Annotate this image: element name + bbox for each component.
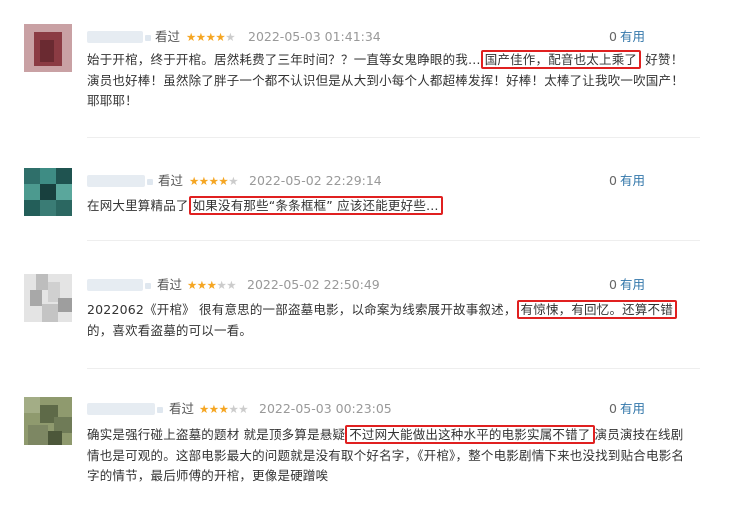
review-text-part: 确实是强行碰上盗墓的题材 就是顶多算是悬疑 — [87, 427, 346, 442]
highlight-box: 有惊悚，有回忆。还算不错 — [516, 300, 677, 319]
avatar[interactable] — [24, 24, 72, 72]
review-text-part: 2022062《开棺》 很有意思的一部盗墓电影，以命案为线索展开故事叙述， — [87, 302, 517, 317]
useful-button[interactable]: 有用 — [620, 277, 645, 292]
useful-count: 0 — [609, 173, 617, 188]
useful-button[interactable]: 有用 — [620, 401, 645, 416]
review-text: 在网大里算精品了 如果没有那些“条条框框” 应该还能更好些… — [87, 196, 695, 217]
useful-count: 0 — [609, 277, 617, 292]
username-blurred[interactable] — [87, 279, 151, 291]
useful-button[interactable]: 有用 — [620, 29, 645, 44]
review-text: 确实是强行碰上盗墓的题材 就是顶多算是悬疑 不过网大能做出这种水平的电影实属不错了… — [87, 425, 695, 487]
review-meta: 看过 ★★★★★ 2022-05-02 22:50:49 0 有用 — [87, 276, 700, 294]
review-text-part: 在网大里算精品了 — [87, 198, 189, 213]
review-text: 2022062《开棺》 很有意思的一部盗墓电影，以命案为线索展开故事叙述， 有惊悚… — [87, 300, 695, 341]
review-date: 2022-05-03 01:41:34 — [248, 29, 381, 44]
avatar[interactable] — [24, 168, 72, 216]
review-date: 2022-05-02 22:29:14 — [249, 173, 382, 188]
review-date: 2022-05-02 22:50:49 — [247, 277, 380, 292]
useful-count: 0 — [609, 401, 617, 416]
username-blurred[interactable] — [87, 175, 153, 187]
review-meta: 看过 ★★★★★ 2022-05-03 01:41:34 0 有用 — [87, 28, 700, 46]
username-blurred[interactable] — [87, 403, 163, 415]
avatar[interactable] — [24, 397, 72, 445]
rating-stars: ★★★★★ — [187, 278, 237, 292]
useful-vote[interactable]: 0 有用 — [609, 28, 645, 46]
divider — [87, 137, 700, 138]
watched-label: 看过 — [158, 173, 184, 188]
useful-vote[interactable]: 0 有用 — [609, 172, 645, 190]
rating-stars: ★★★★★ — [199, 402, 249, 416]
useful-button[interactable]: 有用 — [620, 173, 645, 188]
rating-stars: ★★★★★ — [186, 30, 236, 44]
useful-vote[interactable]: 0 有用 — [609, 276, 645, 294]
review-date: 2022-05-03 00:23:05 — [259, 401, 392, 416]
review-text-part: 的，喜欢看盗墓的可以一看。 — [87, 322, 253, 338]
review-text-part: 始于开棺，终于开棺。居然耗费了三年时间？？一直等女鬼睁眼的我… — [87, 52, 481, 67]
divider — [87, 368, 700, 369]
avatar[interactable] — [24, 274, 72, 322]
highlight-box: 国产佳作，配音也太上乘了 — [480, 50, 642, 69]
watched-label: 看过 — [155, 29, 181, 44]
review-text: 始于开棺，终于开棺。居然耗费了三年时间？？一直等女鬼睁眼的我… 国产佳作，配音也太… — [87, 50, 695, 112]
username-blurred[interactable] — [87, 31, 151, 43]
review-meta: 看过 ★★★★★ 2022-05-03 00:23:05 0 有用 — [87, 400, 700, 418]
watched-label: 看过 — [169, 401, 195, 416]
useful-vote[interactable]: 0 有用 — [609, 400, 645, 418]
useful-count: 0 — [609, 29, 617, 44]
rating-stars: ★★★★★ — [189, 174, 239, 188]
highlight-box: 不过网大能做出这种水平的电影实属不错了 — [345, 425, 595, 444]
highlight-box: 如果没有那些“条条框框” 应该还能更好些… — [188, 196, 443, 215]
watched-label: 看过 — [157, 277, 183, 292]
divider — [87, 240, 700, 241]
review-meta: 看过 ★★★★★ 2022-05-02 22:29:14 0 有用 — [87, 172, 700, 190]
